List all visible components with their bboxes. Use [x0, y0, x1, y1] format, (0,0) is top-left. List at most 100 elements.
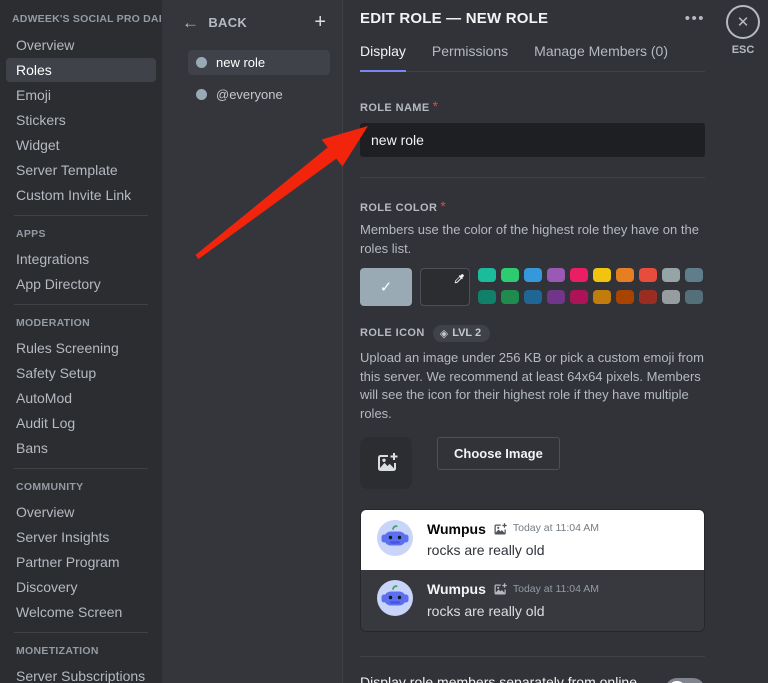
- server-settings-window: ADWEEK'S SOCIAL PRO DAILY Overview Roles…: [0, 0, 768, 683]
- sidebar-item-automod[interactable]: AutoMod: [6, 386, 156, 410]
- preview-message: rocks are really old: [427, 602, 545, 619]
- roles-list-panel: ← BACK + new role @everyone: [162, 0, 342, 683]
- role-item-label: new role: [216, 55, 266, 70]
- role-icon-upload-box[interactable]: [360, 437, 412, 490]
- role-item-label: @everyone: [216, 87, 283, 102]
- palette-color[interactable]: [685, 267, 703, 282]
- sidebar-item-server-insights[interactable]: Server Insights: [6, 525, 156, 549]
- sidebar-item-widget[interactable]: Widget: [6, 133, 156, 157]
- sidebar-divider: [14, 304, 148, 305]
- sidebar-item-custom-invite-link[interactable]: Custom Invite Link: [6, 183, 156, 207]
- palette-color[interactable]: [547, 289, 565, 304]
- sidebar-item-bans[interactable]: Bans: [6, 436, 156, 460]
- sidebar-section-monetization: MONETIZATION: [16, 645, 99, 657]
- section-divider: [360, 177, 705, 178]
- palette-color[interactable]: [662, 267, 680, 282]
- toggle-label-hoist: Display role members separately from onl…: [360, 673, 637, 683]
- sidebar-divider: [14, 632, 148, 633]
- boost-level-badge: ◈ LVL 2: [432, 324, 491, 342]
- default-color-swatch[interactable]: ✓: [360, 267, 412, 306]
- page-title: EDIT ROLE — NEW ROLE: [360, 10, 549, 27]
- palette-color[interactable]: [616, 289, 634, 304]
- esc-label: ESC: [731, 44, 755, 56]
- preview-timestamp: Today at 11:04 AM: [512, 582, 600, 595]
- sidebar-section-community: COMMUNITY: [16, 481, 84, 493]
- roles-list: new role @everyone: [162, 50, 342, 107]
- eyedropper-icon: [454, 273, 464, 283]
- hoist-toggle[interactable]: ✕: [665, 677, 705, 683]
- sidebar-item-emoji[interactable]: Emoji: [6, 83, 156, 107]
- sidebar-item-app-directory[interactable]: App Directory: [6, 272, 156, 296]
- sidebar-item-roles[interactable]: Roles: [6, 58, 156, 82]
- sidebar-item-discovery[interactable]: Discovery: [6, 575, 156, 599]
- palette-color[interactable]: [593, 267, 611, 282]
- palette-color[interactable]: [547, 267, 565, 282]
- sidebar-divider: [14, 215, 148, 216]
- more-options-icon[interactable]: •••: [685, 11, 705, 26]
- preview-username: Wumpus: [427, 581, 486, 598]
- palette-color[interactable]: [685, 289, 703, 304]
- sidebar-item-server-subscriptions[interactable]: Server Subscriptions: [6, 664, 156, 683]
- role-item-everyone[interactable]: @everyone: [188, 82, 330, 107]
- color-palette-grid: [478, 267, 703, 306]
- role-name-label: ROLE NAME: [360, 102, 430, 114]
- palette-color[interactable]: [639, 267, 657, 282]
- close-button[interactable]: ✕: [726, 5, 760, 39]
- close-icon: ✕: [736, 14, 750, 31]
- sidebar-item-audit-log[interactable]: Audit Log: [6, 411, 156, 435]
- sidebar-item-rules-screening[interactable]: Rules Screening: [6, 336, 156, 360]
- palette-color[interactable]: [593, 289, 611, 304]
- palette-color[interactable]: [501, 267, 519, 282]
- required-asterisk: *: [432, 98, 439, 114]
- edit-role-panel: ✕ ESC EDIT ROLE — NEW ROLE ••• Display P…: [342, 0, 768, 683]
- wumpus-avatar: [377, 580, 413, 617]
- sidebar-divider: [14, 468, 148, 469]
- palette-color[interactable]: [501, 289, 519, 304]
- tab-manage-members[interactable]: Manage Members (0): [534, 43, 668, 72]
- sidebar-item-partner-program[interactable]: Partner Program: [6, 550, 156, 574]
- role-preview-card: Wumpus Today at 11:04 AM rocks are reall: [360, 509, 705, 632]
- role-icon-placeholder-icon: [492, 582, 507, 597]
- sidebar-item-community-overview[interactable]: Overview: [6, 500, 156, 524]
- back-label: BACK: [208, 14, 248, 30]
- preview-username: Wumpus: [427, 521, 486, 538]
- sidebar-item-server-template[interactable]: Server Template: [6, 158, 156, 182]
- palette-color[interactable]: [662, 289, 680, 304]
- sidebar-item-overview[interactable]: Overview: [6, 33, 156, 57]
- palette-color[interactable]: [639, 289, 657, 304]
- sidebar-item-stickers[interactable]: Stickers: [6, 108, 156, 132]
- palette-color[interactable]: [478, 289, 496, 304]
- back-button[interactable]: ← BACK: [182, 14, 247, 31]
- palette-color[interactable]: [478, 267, 496, 282]
- palette-color[interactable]: [524, 289, 542, 304]
- check-icon: ✓: [379, 278, 393, 296]
- editor-tabs: Display Permissions Manage Members (0): [360, 43, 705, 72]
- palette-color[interactable]: [570, 289, 588, 304]
- palette-color[interactable]: [524, 267, 542, 282]
- sidebar-section-moderation: MODERATION: [16, 317, 90, 329]
- custom-color-swatch[interactable]: [420, 267, 470, 306]
- sidebar-item-welcome-screen[interactable]: Welcome Screen: [6, 600, 156, 624]
- palette-color[interactable]: [570, 267, 588, 282]
- tab-display[interactable]: Display: [360, 43, 406, 72]
- preview-timestamp: Today at 11:04 AM: [512, 522, 600, 535]
- tab-permissions[interactable]: Permissions: [432, 43, 508, 72]
- message-preview-dark: Wumpus Today at 11:04 AM rocks are reall: [361, 570, 704, 631]
- role-icon-label: ROLE ICON: [360, 327, 425, 340]
- role-icon-placeholder-icon: [492, 522, 507, 537]
- choose-image-button[interactable]: Choose Image: [437, 437, 560, 471]
- boost-gem-icon: ◈: [439, 327, 449, 340]
- section-divider: [360, 655, 705, 657]
- preview-message: rocks are really old: [427, 542, 545, 559]
- role-name-input[interactable]: [360, 123, 705, 157]
- sidebar-item-safety-setup[interactable]: Safety Setup: [6, 361, 156, 385]
- boost-level-text: LVL 2: [452, 327, 482, 340]
- role-item-new-role[interactable]: new role: [188, 50, 330, 75]
- palette-color[interactable]: [616, 267, 634, 282]
- role-color-picker: ✓: [360, 267, 705, 306]
- required-asterisk: *: [440, 198, 446, 214]
- add-role-icon[interactable]: +: [312, 12, 328, 32]
- role-icon-description: Upload an image under 256 KB or pick a c…: [360, 349, 704, 422]
- settings-sidebar: ADWEEK'S SOCIAL PRO DAILY Overview Roles…: [0, 0, 174, 683]
- sidebar-item-integrations[interactable]: Integrations: [6, 247, 156, 271]
